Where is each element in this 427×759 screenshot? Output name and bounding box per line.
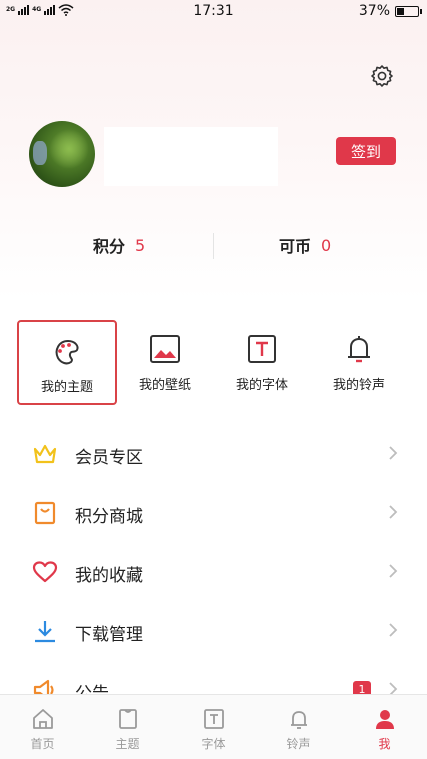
menu-label-favorites: 我的收藏 (75, 566, 143, 586)
tab-ringtones[interactable]: 铃声 (256, 695, 341, 759)
quick-actions: 我的主题 我的壁纸 我的字体 我的铃声 (0, 320, 427, 406)
stats-row: 积分 5 可币 0 (0, 233, 427, 259)
settings-gear-icon[interactable] (370, 64, 394, 88)
tab-home[interactable]: 首页 (0, 695, 85, 759)
palette-icon (55, 340, 79, 365)
my-themes-label: 我的主题 (40, 380, 93, 395)
my-ringtones-button[interactable]: 我的铃声 (309, 320, 409, 405)
font-tab-icon (203, 709, 224, 729)
my-ringtones-label: 我的铃声 (332, 378, 385, 393)
tab-fonts-label: 字体 (201, 737, 226, 751)
bottom-tab-bar: 首页 主题 字体 铃声 我 (0, 694, 427, 759)
battery-percent: 37% (358, 3, 390, 19)
tab-me[interactable]: 我 (342, 695, 427, 759)
bell-tab-icon (290, 711, 307, 729)
menu-item-downloads[interactable]: 下载管理 (0, 601, 427, 659)
chevron-right-icon (389, 505, 398, 519)
checkin-button[interactable]: 签到 (336, 137, 396, 165)
font-icon (248, 335, 276, 363)
tab-me-label: 我 (378, 737, 391, 751)
tab-ringtones-label: 铃声 (286, 737, 311, 751)
crown-icon (33, 444, 57, 464)
menu-item-favorites[interactable]: 我的收藏 (0, 542, 427, 600)
tab-themes[interactable]: 主题 (85, 695, 170, 759)
menu-label-points-mall: 积分商城 (75, 507, 143, 527)
my-fonts-label: 我的字体 (235, 378, 288, 393)
points-stat[interactable]: 积分 5 (93, 233, 145, 257)
my-themes-button[interactable]: 我的主题 (17, 320, 117, 405)
coins-stat[interactable]: 可币 0 (279, 233, 331, 257)
status-bar: 2G 4G 17:31 37% (0, 0, 427, 24)
download-icon (35, 621, 55, 643)
chevron-right-icon (389, 564, 398, 578)
menu-label-downloads: 下载管理 (75, 625, 143, 645)
home-icon (32, 709, 53, 729)
menu-label-membership: 会员专区 (75, 448, 143, 468)
tab-fonts[interactable]: 字体 (171, 695, 256, 759)
heart-icon (32, 561, 58, 583)
person-icon (375, 710, 394, 729)
menu-item-membership[interactable]: 会员专区 (0, 424, 427, 482)
my-wallpapers-button[interactable]: 我的壁纸 (115, 320, 215, 405)
username-area (104, 127, 278, 186)
coins-label: 可币 (279, 237, 312, 256)
avatar[interactable] (29, 121, 95, 187)
coins-value: 0 (321, 235, 332, 255)
my-fonts-button[interactable]: 我的字体 (212, 320, 312, 405)
picture-icon (150, 335, 180, 363)
chevron-right-icon (389, 623, 398, 637)
tab-home-label: 首页 (30, 737, 55, 751)
my-wallpapers-label: 我的壁纸 (138, 378, 191, 393)
bell-icon (348, 336, 370, 363)
shirt-icon (118, 709, 137, 729)
battery-icon (395, 5, 422, 17)
stats-divider (213, 233, 214, 259)
chevron-right-icon (389, 446, 398, 460)
tab-themes-label: 主题 (115, 737, 140, 751)
points-value: 5 (135, 235, 146, 255)
points-label: 积分 (93, 237, 126, 256)
menu-item-points-mall[interactable]: 积分商城 (0, 483, 427, 541)
shopping-bag-icon (34, 501, 56, 525)
